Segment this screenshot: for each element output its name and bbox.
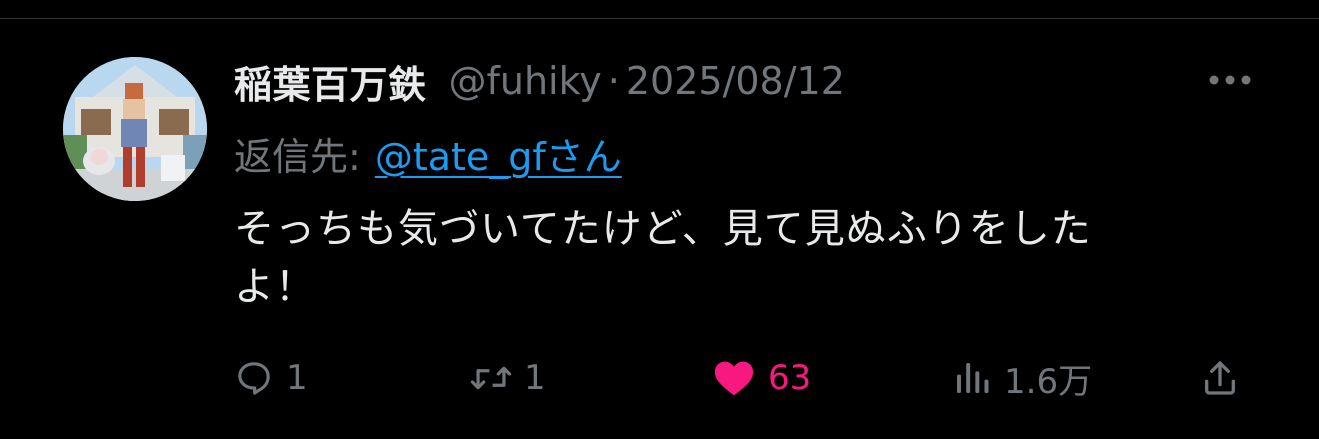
- display-name[interactable]: 稲葉百万鉄: [234, 54, 427, 109]
- avatar-image: [63, 57, 207, 201]
- avatar[interactable]: [63, 57, 207, 201]
- heart-icon: [714, 361, 754, 396]
- post-date[interactable]: 2025/08/12: [626, 59, 845, 103]
- top-divider: [0, 18, 1319, 19]
- like-button[interactable]: 63: [712, 350, 811, 406]
- like-count: 63: [768, 358, 812, 398]
- more-options-button[interactable]: [1206, 64, 1254, 96]
- user-handle[interactable]: @fuhiky: [449, 59, 602, 103]
- reply-button[interactable]: 1: [234, 350, 308, 406]
- retweet-icon: [470, 366, 512, 390]
- more-horizontal-icon: [1209, 75, 1251, 85]
- tweet-header: 稲葉百万鉄 @fuhiky · 2025/08/12: [234, 55, 845, 107]
- reply-prefix-label: 返信先:: [234, 134, 361, 179]
- views-button[interactable]: 1.6万: [952, 350, 1092, 406]
- separator-dot: ·: [607, 59, 620, 103]
- tweet-text: そっちも気づいてたけど、見て見ぬふりをした よ！: [234, 200, 1234, 316]
- tweet-text-line: よ！: [234, 264, 316, 310]
- reply-context: 返信先: @tate_gfさん: [234, 126, 622, 181]
- reply-count: 1: [286, 358, 308, 398]
- views-count: 1.6万: [1004, 361, 1093, 402]
- analytics-bars-icon: [957, 363, 989, 393]
- share-upload-icon: [1205, 361, 1235, 395]
- retweet-button[interactable]: 1: [470, 350, 546, 406]
- share-button[interactable]: [1200, 350, 1240, 406]
- action-bar: 1 1 63 1.6万: [234, 350, 1264, 406]
- reply-target-link[interactable]: @tate_gfさん: [375, 126, 622, 181]
- reply-bubble-icon: [238, 362, 270, 395]
- retweet-count: 1: [524, 358, 546, 398]
- tweet-text-line: そっちも気づいてたけど、見て見ぬふりをした: [234, 206, 1092, 252]
